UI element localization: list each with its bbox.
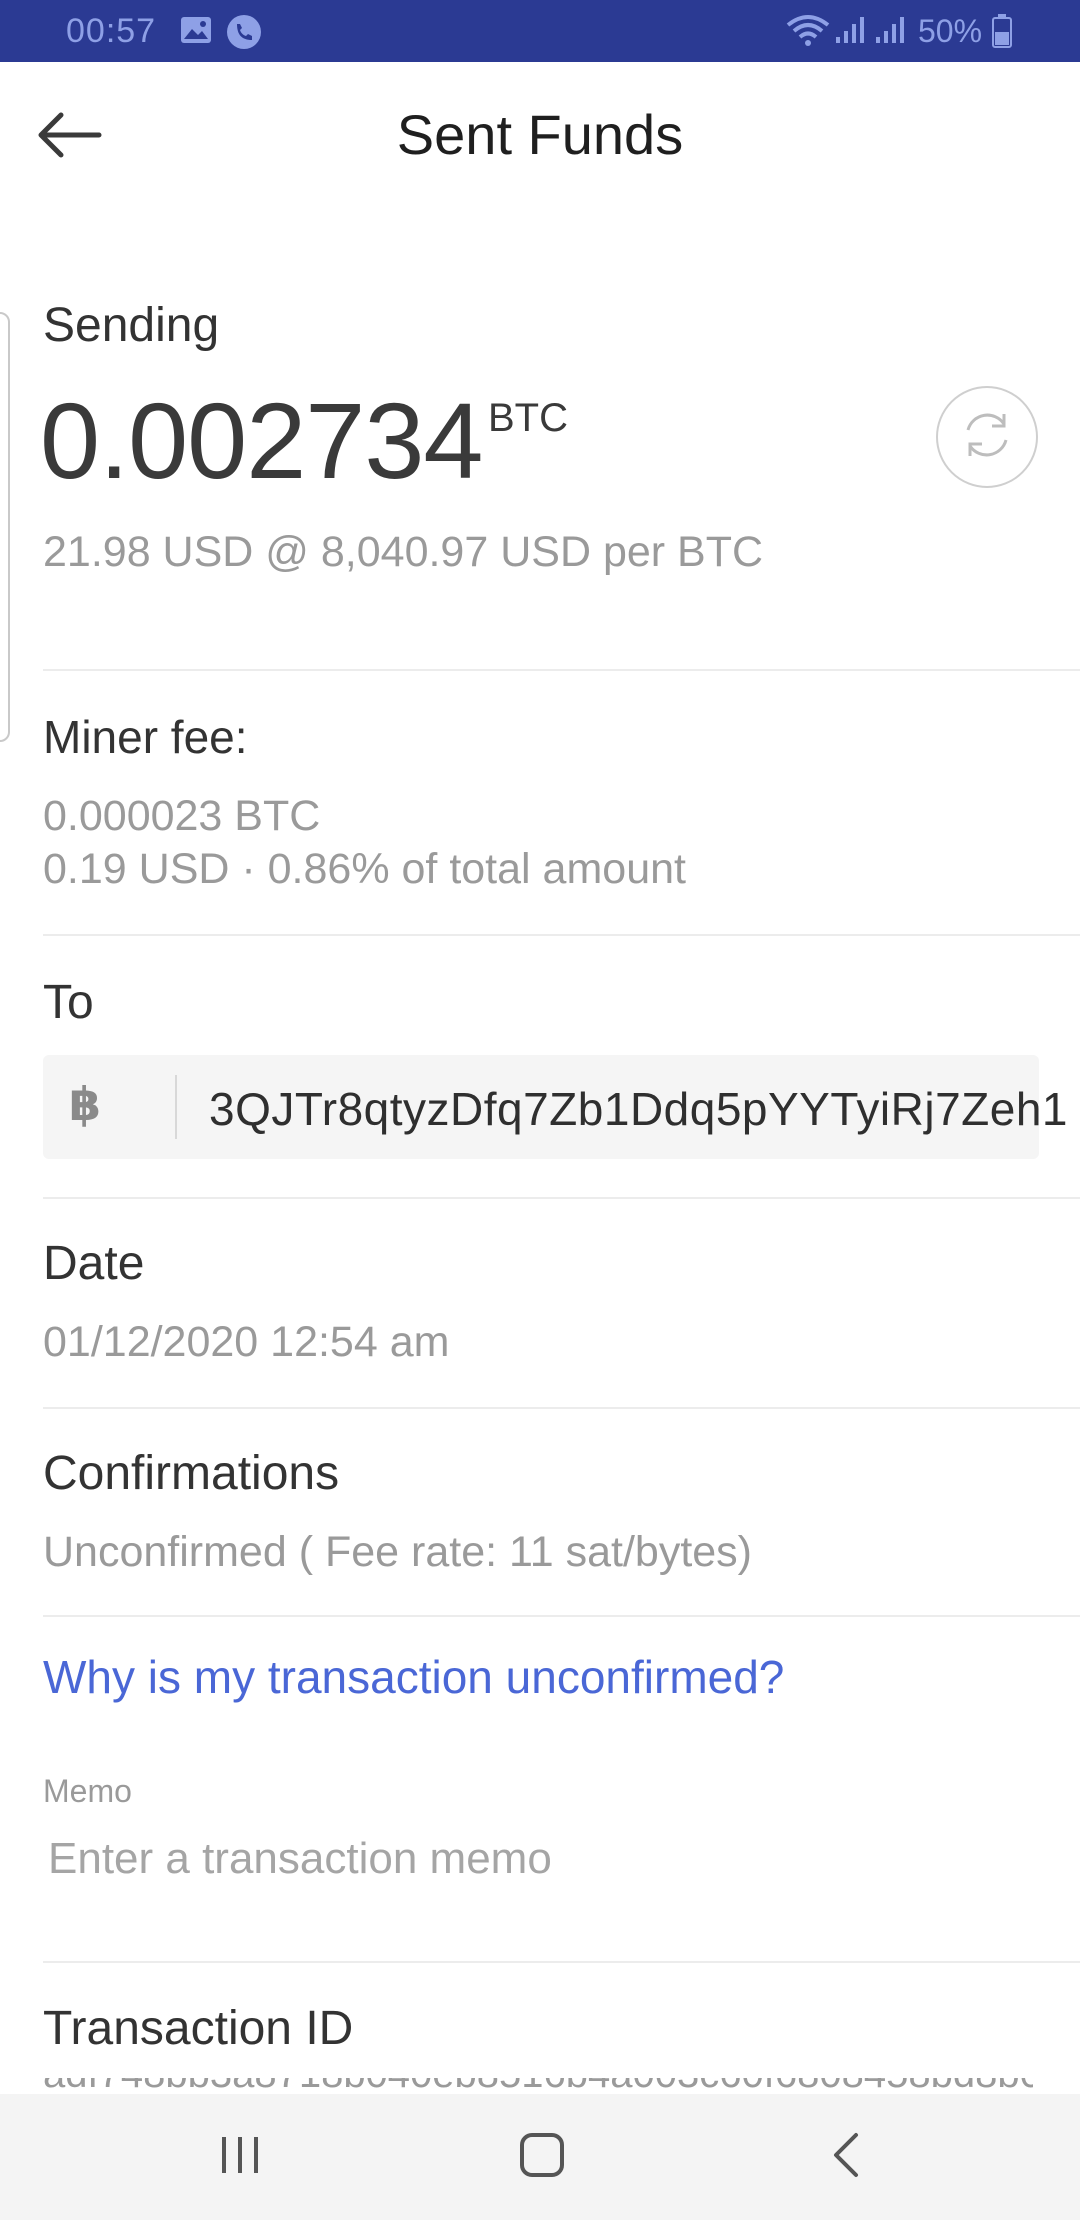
signal-icon bbox=[874, 15, 908, 50]
refresh-button[interactable] bbox=[936, 386, 1038, 488]
confirmations-label: Confirmations bbox=[43, 1447, 340, 1500]
divider bbox=[43, 1961, 1080, 1963]
divider bbox=[175, 1075, 177, 1139]
transaction-id-label: Transaction ID bbox=[43, 2002, 354, 2055]
divider bbox=[43, 934, 1080, 936]
page-title: Sent Funds bbox=[396, 103, 684, 166]
divider bbox=[43, 1407, 1080, 1409]
side-panel-edge[interactable] bbox=[0, 312, 10, 742]
gallery-icon bbox=[180, 15, 212, 50]
divider bbox=[43, 1197, 1080, 1199]
status-bar: 00:57 50% bbox=[0, 0, 1080, 62]
recent-apps-icon bbox=[218, 2135, 262, 2180]
back-icon bbox=[830, 2132, 860, 2183]
system-nav-bar bbox=[0, 2094, 1080, 2220]
recipient-address[interactable]: 3QJTr8qtyzDfq7Zb1Ddq5pYYTyiRj7Zeh1 bbox=[209, 1082, 1068, 1136]
home-button[interactable] bbox=[497, 2122, 587, 2192]
recent-apps-button[interactable] bbox=[195, 2122, 285, 2192]
refresh-icon bbox=[956, 404, 1018, 471]
phone-icon bbox=[226, 15, 262, 54]
home-icon bbox=[519, 2132, 565, 2183]
date-label: Date bbox=[43, 1237, 145, 1290]
unconfirmed-help-link[interactable]: Why is my transaction unconfirmed? bbox=[43, 1650, 784, 1704]
sending-amount: 0.002734 bbox=[40, 380, 483, 501]
miner-fee-usd: 0.19 USD · 0.86% of total amount bbox=[43, 845, 686, 893]
sending-fiat: 21.98 USD @ 8,040.97 USD per BTC bbox=[43, 528, 764, 576]
system-back-button[interactable] bbox=[800, 2122, 890, 2192]
confirmations-value: Unconfirmed ( Fee rate: 11 sat/bytes) bbox=[43, 1528, 752, 1576]
address-field[interactable]: ฿ 3QJTr8qtyzDfq7Zb1Ddq5pYYTyiRj7Zeh1 bbox=[43, 1055, 1068, 1159]
transaction-id-value[interactable]: adf748bb3a8718b040eb8516b4a003c60f680845… bbox=[43, 2078, 1033, 2092]
transaction-id-text: adf748bb3a8718b040eb8516b4a003c60f680845… bbox=[43, 2078, 1033, 2092]
divider bbox=[43, 1615, 1080, 1617]
signal-icon bbox=[834, 15, 868, 50]
divider bbox=[43, 669, 1080, 671]
sending-label: Sending bbox=[43, 299, 220, 352]
wifi-icon bbox=[786, 13, 830, 52]
to-label: To bbox=[43, 976, 94, 1029]
sending-unit: BTC bbox=[488, 396, 568, 440]
bitcoin-icon: ฿ bbox=[69, 1078, 102, 1130]
miner-fee-btc: 0.000023 BTC bbox=[43, 792, 321, 840]
app-header: Sent Funds bbox=[0, 62, 1080, 210]
battery-icon bbox=[992, 14, 1012, 53]
memo-label: Memo bbox=[43, 1773, 132, 1809]
memo-input[interactable] bbox=[43, 1822, 1033, 1896]
miner-fee-label: Miner fee: bbox=[43, 711, 248, 763]
date-value: 01/12/2020 12:54 am bbox=[43, 1318, 450, 1366]
status-time: 00:57 bbox=[66, 12, 157, 50]
battery-percent: 50% bbox=[918, 13, 983, 49]
